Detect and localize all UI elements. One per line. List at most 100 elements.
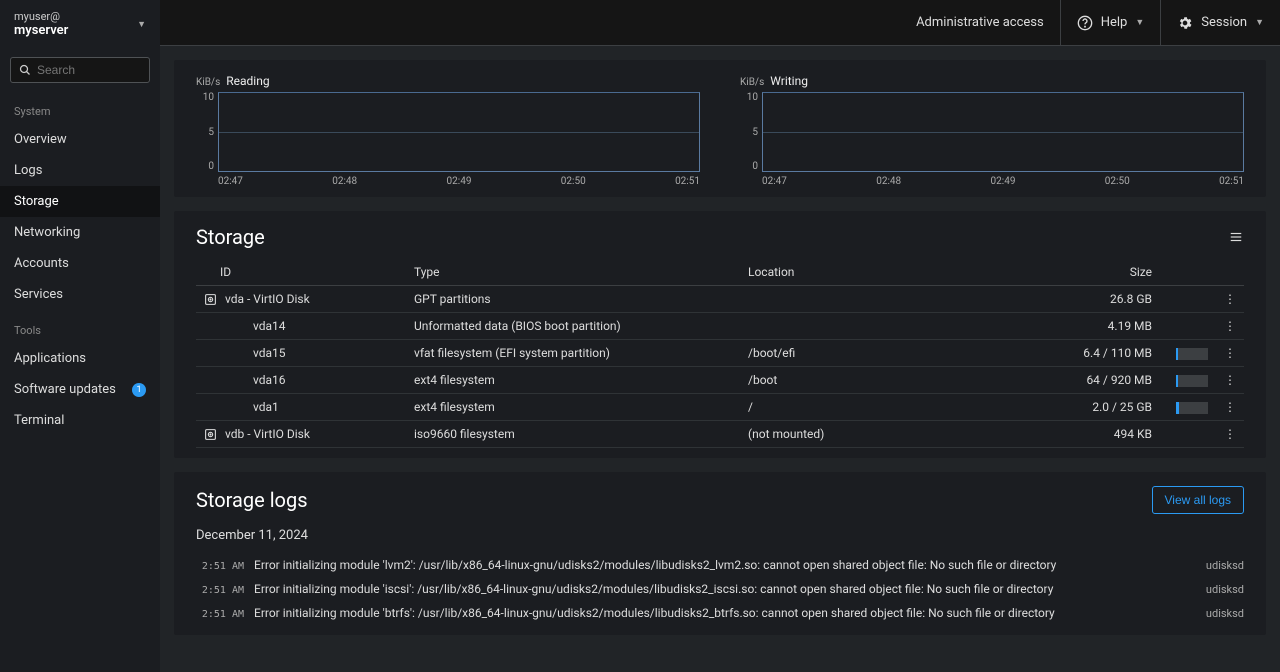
table-row[interactable]: vdb - VirtIO Diskiso9660 filesystem(not … (196, 421, 1244, 448)
x-tick: 02:48 (876, 176, 901, 187)
row-size: 4.19 MB (1000, 313, 1160, 340)
chart-unit: KiB/s (740, 77, 764, 88)
row-size: 494 KB (1000, 421, 1160, 448)
row-location: / (740, 394, 1000, 421)
chart-title: Writing (770, 74, 808, 88)
storage-title: Storage (196, 225, 265, 249)
row-menu-button[interactable]: ⋮ (1216, 313, 1244, 340)
sidebar-item-label: Software updates (14, 382, 116, 397)
search-input[interactable] (37, 63, 141, 77)
log-time: 2:51 AM (196, 609, 244, 620)
x-tick: 02:47 (762, 176, 787, 187)
x-tick: 02:50 (561, 176, 586, 187)
usage-bar (1176, 375, 1208, 387)
log-entry[interactable]: 2:51 AM Error initializing module 'lvm2':… (196, 553, 1244, 577)
y-tick: 5 (752, 127, 758, 138)
row-menu-button[interactable]: ⋮ (1216, 286, 1244, 313)
host-switcher[interactable]: myuser@ myserver ▼ (0, 0, 160, 49)
log-source: udisksd (1206, 559, 1244, 572)
main: Administrative access Help ▼ Session ▼ K… (160, 0, 1280, 672)
y-tick: 0 (752, 161, 758, 172)
log-entry[interactable]: 2:51 AMError initializing module 'iscsi'… (196, 577, 1244, 601)
row-location: (not mounted) (740, 421, 1000, 448)
sidebar-item-overview[interactable]: Overview (0, 124, 160, 155)
log-message: Error initializing module 'btrfs': /usr/… (254, 606, 1196, 620)
sidebar-item-applications[interactable]: Applications (0, 343, 160, 374)
nav-group-tools: Tools (0, 310, 160, 343)
search-field[interactable] (10, 57, 150, 83)
row-id: vda16 (253, 373, 286, 387)
table-row[interactable]: vda15vfat filesystem (EFI system partiti… (196, 340, 1244, 367)
sidebar-item-accounts[interactable]: Accounts (0, 248, 160, 279)
sidebar-item-label: Logs (14, 163, 42, 178)
disk-icon (204, 293, 217, 306)
row-size: 6.4 / 110 MB (1000, 340, 1160, 367)
top-header: Administrative access Help ▼ Session ▼ (160, 0, 1280, 46)
row-menu-button[interactable]: ⋮ (1216, 367, 1244, 394)
sidebar-item-label: Terminal (14, 413, 64, 428)
storage-table: ID Type Location Size vda - VirtIO DiskG… (196, 259, 1244, 448)
log-entry[interactable]: 2:51 AM Error initializing module 'btrfs'… (196, 601, 1244, 625)
col-size: Size (1000, 259, 1160, 286)
table-row[interactable]: vda1ext4 filesystem/2.0 / 25 GB⋮ (196, 394, 1244, 421)
view-all-logs-button[interactable]: View all logs (1152, 486, 1244, 514)
row-menu-button[interactable]: ⋮ (1216, 394, 1244, 421)
x-tick: 02:51 (1219, 176, 1244, 187)
row-type: iso9660 filesystem (406, 421, 740, 448)
col-location: Location (740, 259, 1000, 286)
row-location (740, 313, 1000, 340)
log-time: 2:51 AM (196, 561, 244, 572)
sidebar: myuser@ myserver ▼ System Overview Logs St… (0, 0, 160, 672)
storage-logs-title: Storage logs (196, 488, 308, 512)
usage-bar (1176, 402, 1208, 414)
session-label: Session (1201, 15, 1247, 30)
storage-menu-button[interactable] (1228, 230, 1244, 244)
sidebar-item-terminal[interactable]: Terminal (0, 405, 160, 436)
host-server: myserver (14, 23, 68, 38)
table-row[interactable]: vda - VirtIO DiskGPT partitions26.8 GB⋮ (196, 286, 1244, 313)
sidebar-item-networking[interactable]: Networking (0, 217, 160, 248)
sidebar-item-services[interactable]: Services (0, 279, 160, 310)
session-menu[interactable]: Session ▼ (1160, 0, 1280, 46)
log-message: Error initializing module 'lvm2': /usr/l… (254, 558, 1196, 572)
y-tick: 10 (747, 92, 758, 103)
row-size: 2.0 / 25 GB (1000, 394, 1160, 421)
row-size: 26.8 GB (1000, 286, 1160, 313)
row-id: vda15 (253, 346, 286, 360)
chevron-down-icon: ▼ (137, 19, 146, 30)
log-source: udisksd (1206, 607, 1244, 620)
table-row[interactable]: vda16ext4 filesystem/boot64 / 920 MB⋮ (196, 367, 1244, 394)
sidebar-item-software-updates[interactable]: Software updates1 (0, 374, 160, 405)
row-id: vda14 (253, 319, 286, 333)
help-icon (1077, 15, 1093, 31)
chart-unit: KiB/s (196, 77, 220, 88)
row-menu-button[interactable]: ⋮ (1216, 340, 1244, 367)
log-time: 2:51 AM (196, 585, 244, 596)
sidebar-item-storage[interactable]: Storage (0, 186, 160, 217)
disk-icon (204, 428, 217, 441)
storage-card: Storage ID Type Location Size vda - (174, 211, 1266, 458)
admin-access-button[interactable]: Administrative access (900, 0, 1060, 46)
row-size: 64 / 920 MB (1000, 367, 1160, 394)
help-menu[interactable]: Help ▼ (1060, 0, 1161, 46)
row-menu-button[interactable]: ⋮ (1216, 421, 1244, 448)
usage-bar (1176, 348, 1208, 360)
row-location (740, 286, 1000, 313)
x-tick: 02:48 (332, 176, 357, 187)
x-tick: 02:49 (991, 176, 1016, 187)
sidebar-item-logs[interactable]: Logs (0, 155, 160, 186)
sidebar-item-label: Overview (14, 132, 67, 147)
table-row[interactable]: vda14Unformatted data (BIOS boot partiti… (196, 313, 1244, 340)
sidebar-item-label: Accounts (14, 256, 69, 271)
sidebar-item-label: Networking (14, 225, 80, 240)
nav-group-system: System (0, 91, 160, 124)
row-id: vda1 (253, 400, 279, 414)
y-tick: 0 (208, 161, 214, 172)
host-user: myuser@ (14, 10, 68, 23)
search-icon (19, 64, 31, 76)
sidebar-item-label: Storage (14, 194, 59, 209)
y-tick: 5 (208, 127, 214, 138)
writing-chart: KiB/sWriting105002:4702:4802:4902:5002:5… (740, 74, 1244, 187)
sidebar-item-label: Services (14, 287, 63, 302)
io-charts-card: KiB/sReading105002:4702:4802:4902:5002:5… (174, 60, 1266, 197)
